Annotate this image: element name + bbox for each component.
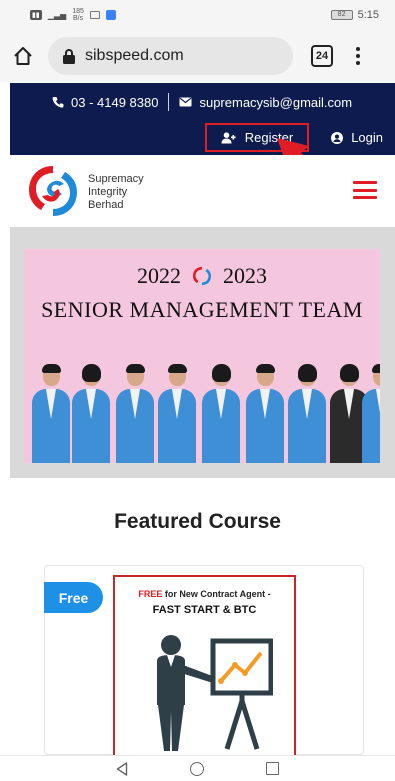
team-photo (24, 347, 380, 463)
clock: 5:15 (357, 9, 379, 21)
lock-icon (63, 49, 75, 64)
presenter-chart-icon (157, 635, 273, 751)
sim-icon: ▮▮ (30, 10, 42, 20)
course-thumbnail[interactable]: FREE for New Contract Agent - FAST START… (113, 575, 296, 756)
team-member-figure (246, 364, 284, 463)
banner-year-end: 2023 (223, 263, 267, 288)
brand-name-line1: Supremacy (88, 173, 144, 185)
add-user-icon (221, 131, 236, 143)
network-speed-value: 185 (72, 8, 84, 15)
brand-name-line3: Berhad (88, 199, 124, 211)
status-bar-left: ▮▮ ▁▃▅ 185 B/s (30, 8, 116, 22)
recent-apps-icon[interactable] (266, 762, 279, 775)
course-thumbnail-free-word: FREE (138, 589, 163, 599)
notification-icon (89, 11, 100, 19)
contact-divider (168, 93, 170, 111)
login-label: Login (351, 130, 383, 145)
banner-year-start: 2022 (137, 263, 181, 288)
team-member-figure (116, 364, 154, 463)
banner-image: 2022 2023 SENIOR MANAGEMENT TEAM (24, 249, 380, 463)
site-header: Supremacy Integrity Berhad (10, 155, 395, 227)
app-notification-icon (105, 10, 116, 20)
course-card[interactable]: Free FREE for New Contract Agent - FAST … (44, 565, 364, 756)
company-logo[interactable] (24, 162, 82, 220)
brand-name-line2: Integrity (88, 186, 128, 198)
email-contact[interactable]: supremacysib@gmail.com (179, 95, 352, 110)
network-speed: 185 B/s (72, 8, 84, 22)
more-options-icon[interactable] (355, 47, 361, 65)
address-bar[interactable]: sibspeed.com (48, 37, 293, 75)
url-text: sibspeed.com (85, 47, 184, 64)
signal-icon: ▁▃▅ (47, 10, 67, 20)
banner-year-row: 2022 2023 (24, 263, 380, 289)
course-thumbnail-line1: FREE for New Contract Agent - (115, 589, 294, 599)
brand-name: Supremacy Integrity Berhad (88, 173, 144, 212)
featured-course-heading: Featured Course (114, 510, 281, 533)
phone-icon (52, 97, 64, 108)
course-thumbnail-line2: FAST START & BTC (152, 604, 257, 616)
system-navigation-bar (0, 755, 395, 781)
hamburger-menu-icon[interactable] (353, 181, 377, 199)
battery-icon: 82 (330, 10, 353, 20)
free-badge: Free (44, 582, 103, 613)
login-link[interactable]: Login (331, 130, 383, 145)
team-member-figure (362, 364, 380, 463)
phone-number: 03 - 4149 8380 (71, 94, 159, 110)
site-topbar: 03 - 4149 8380 supremacysib@gmail.com Re… (10, 83, 395, 155)
phone-contact[interactable]: 03 - 4149 8380 (52, 95, 158, 110)
hero-banner: 2022 2023 SENIOR MANAGEMENT TEAM (10, 227, 395, 478)
team-member-figure (202, 364, 240, 463)
contact-row: 03 - 4149 8380 supremacysib@gmail.com (52, 93, 352, 111)
browser-toolbar: sibspeed.com 24 (0, 30, 395, 82)
status-bar: ▮▮ ▁▃▅ 185 B/s 82 5:15 (0, 0, 395, 30)
email-address: supremacysib@gmail.com (199, 94, 353, 110)
home-icon[interactable] (10, 43, 36, 69)
tab-switcher-button[interactable]: 24 (311, 45, 333, 67)
back-icon[interactable] (116, 761, 128, 776)
banner-logo-icon (193, 267, 211, 285)
team-member-figure (72, 364, 110, 463)
home-nav-icon[interactable] (190, 761, 204, 776)
team-member-figure (288, 364, 326, 463)
team-member-figure (32, 364, 70, 463)
team-member-figure (158, 364, 196, 463)
course-thumbnail-line1-rest: for New Contract Agent - (164, 589, 271, 599)
envelope-icon (179, 97, 192, 107)
banner-title: SENIOR MANAGEMENT TEAM (41, 297, 363, 322)
status-bar-right: 82 5:15 (330, 9, 379, 21)
network-speed-unit: B/s (72, 15, 84, 22)
